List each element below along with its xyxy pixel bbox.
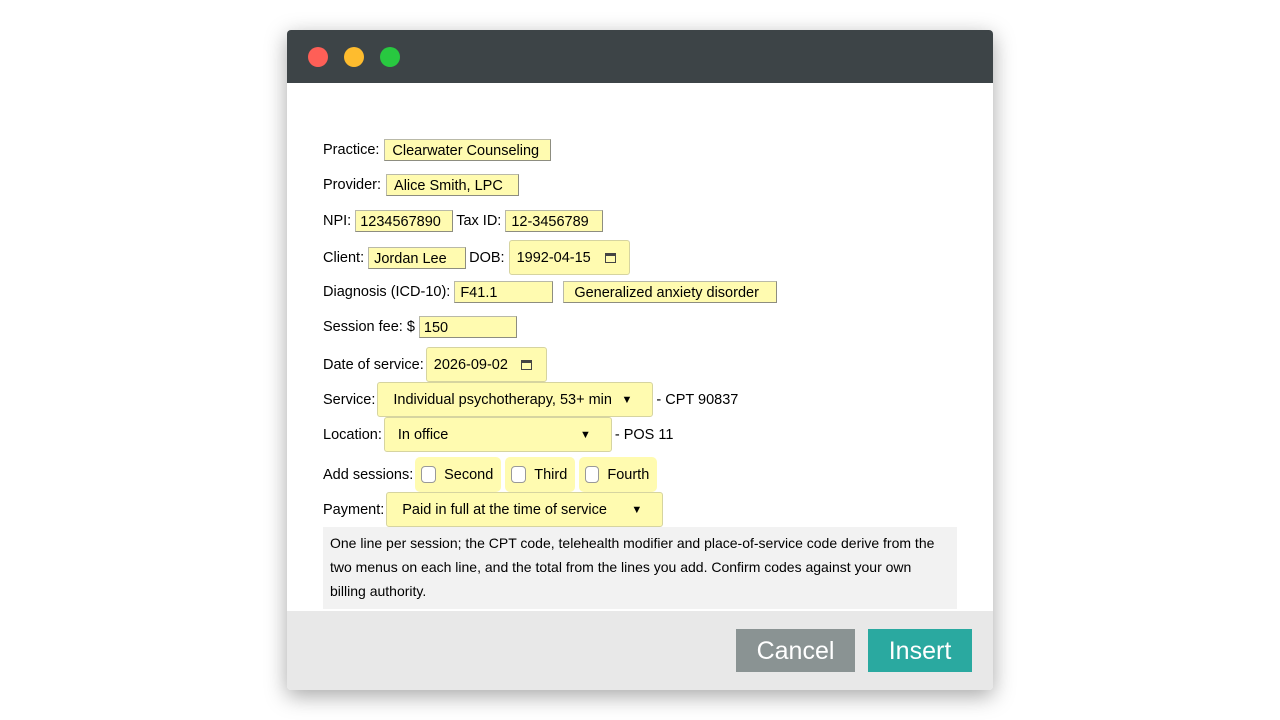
date-of-service-row: Date of service: 2026-09-02 [323, 347, 547, 382]
client-label: Client: [323, 249, 365, 266]
service-select[interactable]: Individual psychotherapy, 53+ min ▼ [377, 382, 654, 417]
close-window-icon[interactable] [308, 47, 328, 67]
payment-row: Payment: Paid in full at the time of ser… [323, 492, 664, 527]
insert-button[interactable]: Insert [868, 629, 972, 672]
session-fee-label: Session fee: $ [323, 319, 415, 335]
caret-down-icon: ▼ [631, 503, 643, 516]
session-fourth-label: Fourth [607, 466, 650, 483]
session-third-label: Third [534, 466, 568, 483]
npi-label: NPI: [323, 213, 352, 229]
diagnosis-description-input[interactable]: Generalized anxiety disorder [563, 281, 778, 303]
client-row: Client: Jordan Lee DOB: 1992-04-15 [323, 240, 630, 275]
session-fee-input[interactable]: 150 [418, 316, 517, 338]
session-second-label: Second [444, 466, 494, 483]
client-input[interactable]: Jordan Lee [368, 246, 467, 269]
dialog-footer: Cancel Insert [287, 611, 993, 690]
session-second-checkbox[interactable]: Second [415, 457, 502, 492]
session-fourth-checkbox[interactable]: Fourth [579, 457, 658, 492]
practice-label: Practice: [323, 142, 380, 158]
npi-input[interactable]: 1234567890 [355, 210, 454, 232]
dob-label: DOB: [469, 249, 505, 266]
diagnosis-row: Diagnosis (ICD-10): F41.1 Generalized an… [323, 281, 778, 303]
add-sessions-label: Add sessions: [323, 466, 414, 483]
checkbox-icon[interactable] [421, 466, 437, 483]
cancel-button[interactable]: Cancel [736, 629, 855, 672]
date-of-service-label: Date of service: [323, 356, 424, 373]
location-select[interactable]: In office ▼ [383, 417, 612, 452]
add-sessions-row: Add sessions: Second Third Fourth [323, 457, 661, 492]
dob-value: 1992-04-15 [516, 249, 591, 266]
help-note: One line per session; the CPT code, tele… [323, 527, 957, 609]
payment-select[interactable]: Paid in full at the time of service ▼ [386, 492, 664, 527]
dob-date-input[interactable]: 1992-04-15 [508, 240, 630, 275]
maximize-window-icon[interactable] [380, 47, 400, 67]
diagnosis-code-input[interactable]: F41.1 [454, 281, 554, 303]
checkbox-icon[interactable] [511, 466, 527, 483]
pos-code-text: - POS 11 [614, 426, 674, 443]
title-bar [287, 30, 993, 83]
minimize-window-icon[interactable] [344, 47, 364, 67]
date-of-service-input[interactable]: 2026-09-02 [425, 347, 547, 382]
date-of-service-value: 2026-09-02 [433, 356, 508, 373]
service-label: Service: [323, 391, 376, 408]
service-selected-value: Individual psychotherapy, 53+ min [393, 391, 612, 408]
checkbox-icon[interactable] [585, 466, 600, 483]
service-row: Service: Individual psychotherapy, 53+ m… [323, 382, 738, 417]
dialog-window: Practice: Clearwater Counseling Provider… [287, 30, 993, 690]
calendar-icon[interactable] [604, 252, 616, 263]
location-row: Location: In office ▼ - POS 11 [323, 417, 673, 452]
tax-id-label: Tax ID: [456, 213, 502, 229]
practice-input[interactable]: Clearwater Counseling [384, 139, 552, 161]
session-third-checkbox[interactable]: Third [505, 457, 576, 492]
payment-selected-value: Paid in full at the time of service [402, 501, 607, 518]
tax-id-input[interactable]: 12-3456789 [505, 210, 604, 232]
provider-input[interactable]: Alice Smith, LPC [386, 174, 520, 196]
provider-row: Provider: Alice Smith, LPC [323, 174, 520, 196]
location-selected-value: In office [397, 426, 449, 443]
caret-down-icon: ▼ [621, 393, 633, 406]
practice-row: Practice: Clearwater Counseling [323, 139, 552, 161]
diagnosis-label: Diagnosis (ICD-10): [323, 284, 451, 300]
caret-down-icon: ▼ [579, 428, 591, 441]
cpt-code-text: - CPT 90837 [656, 391, 739, 408]
session-fee-row: Session fee: $ 150 [323, 316, 517, 338]
calendar-icon[interactable] [520, 359, 532, 370]
provider-label: Provider: [323, 177, 382, 193]
payment-label: Payment: [323, 501, 385, 518]
location-label: Location: [323, 426, 382, 443]
npi-row: NPI: 1234567890 Tax ID: 12-3456789 [323, 210, 604, 232]
